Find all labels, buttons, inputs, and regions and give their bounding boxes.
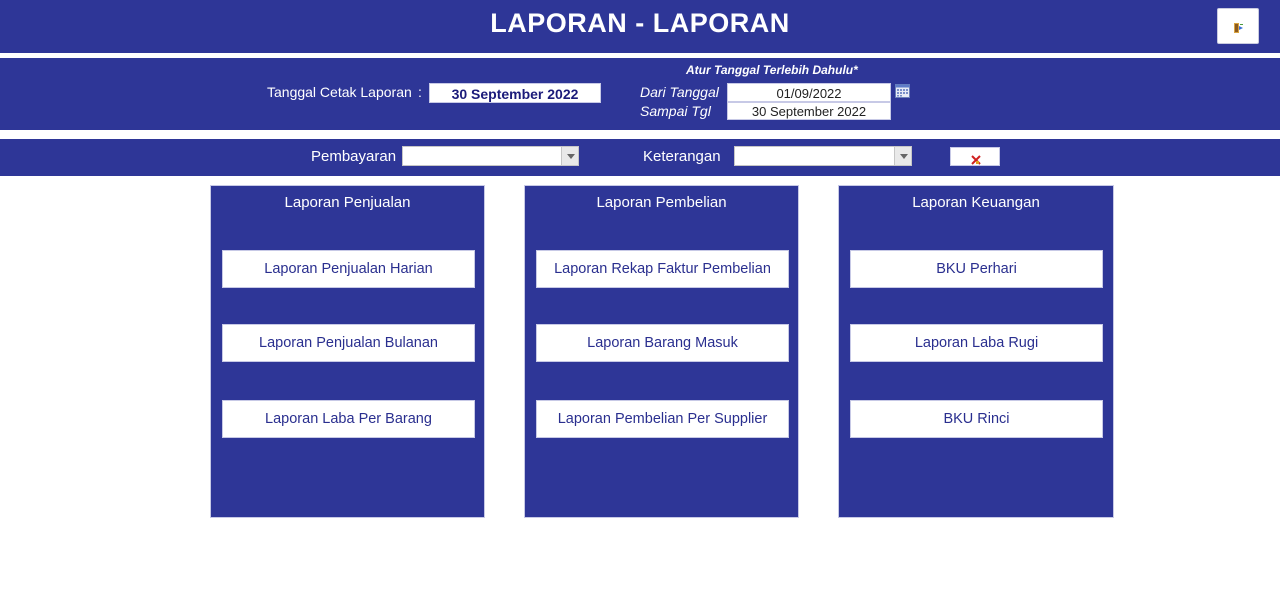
from-date-field[interactable]: 01/09/2022 — [727, 83, 891, 102]
print-date-colon: : — [418, 84, 422, 100]
panel-title: Laporan Keuangan — [912, 194, 1040, 211]
calendar-icon[interactable] — [895, 84, 910, 98]
payment-select[interactable] — [402, 146, 579, 166]
btn-laba-rugi[interactable]: Laporan Laba Rugi — [850, 324, 1103, 362]
btn-bku-rinci[interactable]: BKU Rinci — [850, 400, 1103, 438]
panel-keuangan: Laporan Keuangan BKU Perhari Laporan Lab… — [838, 185, 1114, 518]
note-select[interactable] — [734, 146, 912, 166]
clear-filter-button[interactable] — [950, 147, 1000, 166]
clear-filter-icon — [971, 152, 981, 170]
panel-penjualan: Laporan Penjualan Laporan Penjualan Hari… — [210, 185, 485, 518]
chevron-down-icon[interactable] — [894, 147, 911, 165]
btn-penjualan-harian[interactable]: Laporan Penjualan Harian — [222, 250, 475, 288]
to-date-label: Sampai Tgl — [640, 103, 711, 119]
to-date-field[interactable]: 30 September 2022 — [727, 102, 891, 120]
print-date-field[interactable]: 30 September 2022 — [429, 83, 601, 103]
print-date-label: Tanggal Cetak Laporan — [267, 84, 412, 100]
btn-barang-masuk[interactable]: Laporan Barang Masuk — [536, 324, 789, 362]
panel-pembelian: Laporan Pembelian Laporan Rekap Faktur P… — [524, 185, 799, 518]
btn-bku-perhari[interactable]: BKU Perhari — [850, 250, 1103, 288]
btn-rekap-faktur-pembelian[interactable]: Laporan Rekap Faktur Pembelian — [536, 250, 789, 288]
page-title: LAPORAN - LAPORAN — [490, 8, 790, 38]
chevron-down-icon[interactable] — [561, 147, 578, 165]
title-bar: LAPORAN - LAPORAN — [0, 0, 1280, 53]
note-label: Keterangan — [643, 148, 721, 165]
filter-bar — [0, 139, 1280, 176]
date-note: Atur Tanggal Terlebih Dahulu* — [686, 63, 858, 77]
panel-title: Laporan Pembelian — [596, 194, 727, 211]
panel-title: Laporan Penjualan — [284, 194, 411, 211]
btn-penjualan-bulanan[interactable]: Laporan Penjualan Bulanan — [222, 324, 475, 362]
exit-door-icon — [1233, 21, 1245, 39]
exit-button[interactable] — [1217, 8, 1259, 44]
btn-laba-per-barang[interactable]: Laporan Laba Per Barang — [222, 400, 475, 438]
payment-label: Pembayaran — [311, 148, 397, 165]
btn-pembelian-per-supplier[interactable]: Laporan Pembelian Per Supplier — [536, 400, 789, 438]
from-date-label: Dari Tanggal — [640, 84, 719, 100]
